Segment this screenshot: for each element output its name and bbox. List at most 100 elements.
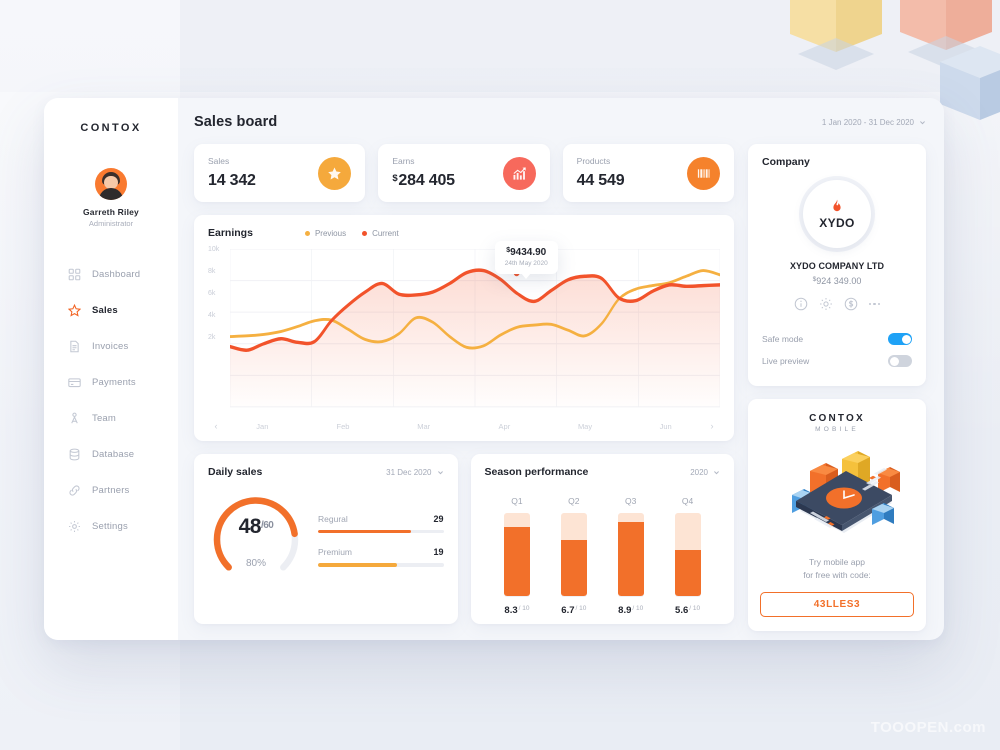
- watermark: TOOOPEN.com: [870, 719, 986, 736]
- daily-sales-bars: Regural 29 Premium 19: [312, 514, 444, 567]
- quarter-bar-track: [560, 513, 587, 597]
- sidebar-item-team[interactable]: Team: [68, 400, 178, 436]
- left-column: Sales 14 342 Earns $284 405 Products 44 …: [194, 144, 734, 624]
- legend-item-current: Current: [362, 229, 399, 238]
- sidebar-item-database[interactable]: Database: [68, 436, 178, 472]
- tooltip-arrow: [521, 273, 532, 279]
- page-header: Sales board 1 Jan 2020 - 31 Dec 2020: [194, 114, 926, 130]
- stat-cards: Sales 14 342 Earns $284 405 Products 44 …: [194, 144, 734, 202]
- quarter-bar-fill: [503, 527, 530, 596]
- quarter-value: 8.9/ 10: [618, 605, 644, 616]
- company-actions: [762, 297, 912, 311]
- info-icon[interactable]: [794, 297, 808, 311]
- safe-mode-toggle[interactable]: [888, 333, 912, 345]
- dollar-circle-icon[interactable]: [844, 297, 858, 311]
- date-range-selector[interactable]: 1 Jan 2020 - 31 Dec 2020: [822, 118, 926, 127]
- sidebar-item-partners[interactable]: Partners: [68, 472, 178, 508]
- earnings-card: Earnings Previous Current 10k 8k 6k 4k 2…: [194, 215, 734, 441]
- quarter-bar-track: [617, 513, 644, 597]
- bar-row-premium: Premium 19: [318, 547, 444, 567]
- sidebar-item-label: Payments: [92, 376, 136, 388]
- quarter-bar-fill: [560, 540, 587, 596]
- legend-dot: [304, 230, 310, 236]
- star-icon: [318, 156, 352, 190]
- sidebar-nav: Dashboard Sales Invoices Payments Team D…: [44, 256, 178, 544]
- live-preview-toggle[interactable]: [888, 355, 912, 367]
- y-tick-label: 6k: [208, 290, 216, 297]
- promo-code-button[interactable]: 43LLES3: [760, 591, 914, 617]
- toggle-row-live-preview: Live preview: [762, 350, 912, 372]
- season-bar-q4[interactable]: Q4 5.6/ 10: [659, 496, 716, 616]
- bar-track: [318, 529, 444, 533]
- company-logo-text: XYDO: [819, 215, 855, 230]
- card-title: Earnings: [208, 227, 253, 239]
- selected-year: 2020: [690, 467, 708, 477]
- chart-legend: Previous Current: [304, 229, 399, 238]
- more-dots-icon[interactable]: [868, 302, 881, 306]
- season-year-selector[interactable]: 2020: [690, 468, 720, 477]
- stat-card-products[interactable]: Products 44 549: [562, 144, 734, 202]
- earnings-chart[interactable]: 10k 8k 6k 4k 2k $9434.90 24th May 2020: [208, 241, 720, 421]
- season-performance-card: Season performance 2020 Q1 8.3/ 10 Q2 6.…: [470, 454, 734, 624]
- quarter-bar-track: [674, 513, 701, 597]
- chart-tooltip: $9434.90 24th May 2020: [494, 241, 558, 279]
- daily-sales-header: Daily sales 31 Dec 2020: [208, 466, 444, 478]
- earnings-header: Earnings Previous Current: [208, 227, 720, 239]
- mobile-promo-card: CONTOX MOBILE Try mobile app for free wi…: [748, 399, 926, 631]
- chart-up-icon: [502, 156, 536, 190]
- stat-value: 14 342: [208, 172, 256, 189]
- progress-gauge: 48/60 80%: [208, 492, 304, 588]
- quarter-label: Q2: [568, 496, 580, 506]
- isometric-phone-icon: [766, 437, 908, 550]
- quarter-bar-track: [503, 513, 530, 597]
- daily-sales-body: 48/60 80% Regural 29 Premium 19: [208, 492, 444, 588]
- sidebar-item-sales[interactable]: Sales: [68, 292, 178, 328]
- sidebar-item-label: Team: [92, 412, 117, 424]
- stat-label: Sales: [208, 156, 230, 166]
- stat-card-earns[interactable]: Earns $284 405: [378, 144, 550, 202]
- tooltip-value: $9434.90: [506, 247, 547, 258]
- quarter-label: Q4: [681, 496, 694, 506]
- company-card: Company XYDO XYDO COMPANY LTD $924 349.0…: [748, 144, 926, 386]
- sidebar-item-settings[interactable]: Settings: [68, 508, 178, 544]
- bar-fill: [318, 563, 398, 567]
- people-icon: [68, 412, 81, 425]
- quarter-value: 5.6/ 10: [675, 605, 701, 616]
- company-toggles: Safe mode Live preview: [762, 328, 912, 372]
- sidebar-item-dashboard[interactable]: Dashboard: [68, 256, 178, 292]
- gauge-percent: 80%: [245, 558, 266, 569]
- isometric-bar-yellow: [790, 0, 882, 74]
- card-title: Season performance: [484, 466, 589, 478]
- season-bar-q3[interactable]: Q3 8.9/ 10: [602, 496, 659, 616]
- quarter-label: Q1: [511, 496, 523, 506]
- user-role: Administrator: [88, 219, 134, 228]
- gauge-center: 48/60 80%: [208, 492, 304, 588]
- sidebar-item-payments[interactable]: Payments: [68, 364, 178, 400]
- daily-sales-date-selector[interactable]: 31 Dec 2020: [386, 468, 443, 477]
- season-bar-q2[interactable]: Q2 6.7/ 10: [545, 496, 602, 616]
- chevron-left-icon[interactable]: ‹: [210, 421, 222, 431]
- right-column: Company XYDO XYDO COMPANY LTD $924 349.0…: [748, 144, 926, 631]
- sidebar-item-invoices[interactable]: Invoices: [68, 328, 178, 364]
- user-profile[interactable]: Garreth Riley Administrator: [83, 168, 139, 228]
- season-bar-q1[interactable]: Q1 8.3/ 10: [489, 496, 546, 616]
- card-title: Company: [762, 156, 810, 168]
- gear-icon[interactable]: [819, 297, 833, 311]
- user-name: Garreth Riley: [83, 207, 139, 217]
- stat-card-sales[interactable]: Sales 14 342: [194, 144, 366, 202]
- bottom-row: Daily sales 31 Dec 2020 48/60 80% Regura…: [194, 454, 734, 624]
- promo-line-2: for free with code:: [803, 569, 871, 580]
- gear-icon: [68, 520, 81, 533]
- promo-logo-subtitle: MOBILE: [815, 426, 859, 433]
- stat-value: 44 549: [576, 172, 625, 189]
- y-tick-label: 10k: [208, 246, 220, 253]
- page-title: Sales board: [194, 114, 278, 130]
- daily-sales-card: Daily sales 31 Dec 2020 48/60 80% Regura…: [194, 454, 458, 624]
- isometric-bar-blue: [940, 46, 1000, 136]
- quarter-value: 6.7/ 10: [561, 605, 587, 616]
- quarter-bar-fill: [674, 549, 701, 596]
- legend-item-previous: Previous: [304, 229, 346, 238]
- quarter-bar-fill: [617, 522, 644, 596]
- bar-fill: [318, 529, 411, 533]
- stat-label: Products: [576, 156, 611, 166]
